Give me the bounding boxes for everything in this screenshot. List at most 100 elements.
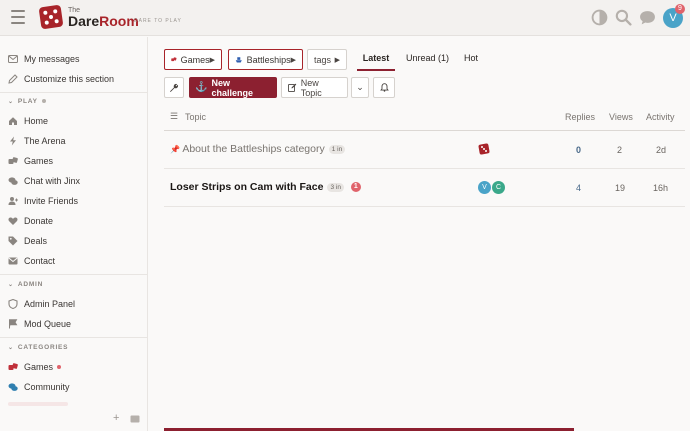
sidebar-item-deals[interactable]: Deals xyxy=(8,233,47,249)
sidebar-item-label: Admin Panel xyxy=(24,299,76,309)
sidebar-section-admin[interactable]: ⌄ ADMIN xyxy=(8,281,43,288)
tab-latest[interactable]: Latest xyxy=(357,53,395,71)
breadcrumb-tags-dropdown[interactable]: tags ▶ xyxy=(307,49,347,70)
logo-name-b: Room xyxy=(99,13,139,29)
sidebar-item-label: Donate xyxy=(24,216,54,226)
sidebar-item-label: My messages xyxy=(24,54,80,64)
column-header-activity[interactable]: Activity xyxy=(646,112,675,122)
column-header-topic[interactable]: Topic xyxy=(185,112,206,122)
sidebar-item-label: The Arena xyxy=(24,136,66,146)
sidebar-item-donate[interactable]: Donate xyxy=(8,213,53,229)
hamburger-menu-icon[interactable] xyxy=(11,10,25,24)
add-section-icon[interactable]: + xyxy=(113,412,119,424)
views-count: 2 xyxy=(617,145,623,155)
post-count-badge: 3 in xyxy=(327,182,344,192)
sidebar-item-label: Customize this section xyxy=(24,74,115,84)
sidebar-item-customize[interactable]: Customize this section xyxy=(8,71,114,87)
sidebar-item-arena[interactable]: The Arena xyxy=(8,133,66,149)
new-topic-button[interactable]: New Topic xyxy=(281,77,348,98)
breadcrumb-battleships-dropdown[interactable]: Battleships ▶ xyxy=(228,49,303,70)
sidebar: My messages Customize this section ⌄ PLAY… xyxy=(0,37,148,431)
sidebar-item-label: Contact xyxy=(24,256,56,266)
sidebar-item-my-messages[interactable]: My messages xyxy=(8,51,80,67)
chevron-down-icon: ⌄ xyxy=(8,99,14,105)
caret-right-icon: ▶ xyxy=(209,56,215,64)
category-die-icon xyxy=(478,143,490,155)
notification-badge[interactable]: 9 xyxy=(675,4,685,14)
shield-icon xyxy=(8,299,18,309)
sidebar-section-categories[interactable]: ⌄ CATEGORIES xyxy=(8,344,68,351)
new-challenge-button[interactable]: ⚓ New challenge xyxy=(189,77,277,98)
activity-time[interactable]: 16h xyxy=(653,183,668,193)
sidebar-item-games[interactable]: Games xyxy=(8,153,53,169)
bell-icon xyxy=(379,83,389,92)
sidebar-item-category-community[interactable]: Community xyxy=(8,379,70,395)
top-header: The DareRoom DARE TO PLAY V 9 xyxy=(0,0,690,36)
column-header-views[interactable]: Views xyxy=(609,112,633,122)
topic-options-dropdown[interactable]: ⌄ xyxy=(351,77,369,98)
sidebar-divider xyxy=(0,92,147,93)
sidebar-item-mod-queue[interactable]: Mod Queue xyxy=(8,316,71,332)
envelope-icon xyxy=(8,257,18,265)
sidebar-section-play[interactable]: ⌄ PLAY xyxy=(8,98,46,105)
section-heading: CATEGORIES xyxy=(17,344,69,351)
edit-icon xyxy=(288,83,297,92)
chat-icon xyxy=(8,383,18,391)
poster-avatar[interactable]: C xyxy=(492,181,505,194)
breadcrumb-games-dropdown[interactable]: Games ▶ xyxy=(164,49,222,70)
topic-title: About the Battleships category xyxy=(182,143,325,155)
theme-toggle-icon[interactable] xyxy=(591,9,608,26)
sidebar-item-home[interactable]: Home xyxy=(8,113,48,129)
replies-count: 0 xyxy=(576,145,582,155)
topic-title-row[interactable]: 📌 About the Battleships category 1 in xyxy=(170,143,346,155)
sort-list-icon[interactable]: ☰ xyxy=(170,111,178,122)
unread-badge[interactable]: 1 xyxy=(350,182,361,193)
search-icon[interactable] xyxy=(615,9,632,26)
section-dot xyxy=(41,99,46,103)
keyboard-icon[interactable] xyxy=(130,415,140,423)
sidebar-item-label: Games xyxy=(24,156,54,166)
pencil-icon xyxy=(8,74,18,84)
table-divider xyxy=(164,130,685,131)
logo-name-a: Dare xyxy=(68,13,100,29)
chat-icon[interactable] xyxy=(639,9,656,26)
replies-count: 4 xyxy=(576,183,582,193)
sidebar-item-label: Mod Queue xyxy=(24,319,72,329)
logo-text[interactable]: DareRoom xyxy=(68,13,139,29)
button-label: New challenge xyxy=(211,77,253,98)
flag-icon xyxy=(9,319,18,329)
envelope-icon xyxy=(8,55,18,63)
chevron-down-icon: ⌄ xyxy=(8,345,14,351)
chat-icon xyxy=(8,177,18,185)
caret-right-icon: ▶ xyxy=(334,56,340,64)
bolt-icon xyxy=(10,136,16,146)
tag-icon xyxy=(8,236,18,246)
poster-avatar[interactable]: V xyxy=(478,181,491,194)
admin-wrench-button[interactable] xyxy=(164,77,184,98)
sidebar-item-admin-panel[interactable]: Admin Panel xyxy=(8,296,75,312)
views-count: 19 xyxy=(615,183,626,193)
tab-hot[interactable]: Hot xyxy=(464,53,478,71)
sidebar-item-category-games[interactable]: Games xyxy=(8,359,62,375)
notification-level-button[interactable] xyxy=(373,77,395,98)
activity-time[interactable]: 2d xyxy=(656,145,666,155)
logo-die-icon[interactable] xyxy=(38,4,64,30)
sidebar-item-contact[interactable]: Contact xyxy=(8,253,55,269)
sidebar-item-label: Chat with Jinx xyxy=(24,176,81,186)
sidebar-item-label: Community xyxy=(24,382,70,392)
wrench-icon xyxy=(170,83,179,92)
heart-icon xyxy=(8,217,18,225)
table-divider xyxy=(164,168,685,169)
unread-dot xyxy=(57,365,62,369)
sidebar-item-chat-jinx[interactable]: Chat with Jinx xyxy=(8,173,80,189)
breadcrumb-label: Games xyxy=(180,54,210,65)
sidebar-item-invite-friends[interactable]: Invite Friends xyxy=(8,193,78,209)
topic-title-row[interactable]: Loser Strips on Cam with Face 3 in 1 xyxy=(170,181,361,193)
sidebar-item-label: Games xyxy=(24,362,54,372)
sidebar-item-label: Deals xyxy=(24,236,48,246)
tab-unread[interactable]: Unread (1) xyxy=(406,53,449,71)
column-header-replies[interactable]: Replies xyxy=(565,112,595,122)
topic-title: Loser Strips on Cam with Face xyxy=(170,181,324,193)
anchor-icon: ⚓ xyxy=(195,82,208,93)
logo-tagline: DARE TO PLAY xyxy=(134,18,182,24)
